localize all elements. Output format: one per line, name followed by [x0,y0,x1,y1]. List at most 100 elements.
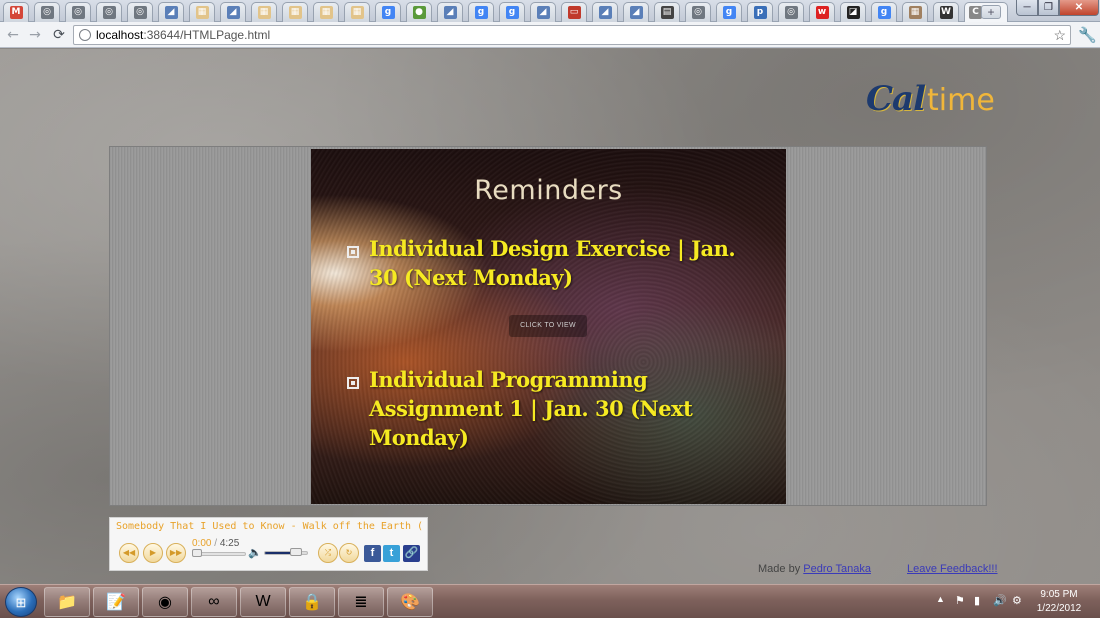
page-icon: w [815,6,829,19]
address-bar[interactable]: localhost:38644/HTMLPage.html ☆ [73,25,1071,45]
google-icon: g [505,6,519,19]
keepass-taskbar-button[interactable]: 🔒 [289,587,335,617]
browser-tab[interactable]: M [3,2,29,22]
browser-tab[interactable]: g [871,2,897,22]
globe-icon: ◎ [71,6,85,19]
explorer-taskbar-button[interactable]: 📁 [44,587,90,617]
browser-tab[interactable]: ◎ [127,2,153,22]
forward-button[interactable]: → [26,26,44,44]
volume-icon[interactable]: 🔈 [248,546,262,559]
page-icon: ◢ [536,6,550,19]
volume-handle[interactable] [289,548,302,556]
google-icon: g [381,6,395,19]
bullet-icon [347,246,359,258]
maximize-button[interactable]: ❐ [1038,0,1059,16]
music-player: Somebody That I Used to Know - Walk off … [109,517,428,571]
facebook-share-button[interactable]: f [364,545,381,562]
browser-tab[interactable]: ◢ [220,2,246,22]
browser-tab[interactable]: ▦ [282,2,308,22]
made-by-credit: Made by Pedro Tanaka [758,563,871,575]
browser-tab[interactable]: ◢ [158,2,184,22]
url-text[interactable]: localhost:38644/HTMLPage.html [96,28,270,42]
twitter-share-button[interactable]: t [383,545,400,562]
slide-title: Reminders [474,175,623,206]
browser-tab[interactable]: ◪ [840,2,866,22]
minimize-button[interactable]: ─ [1016,0,1038,16]
chrome-taskbar-button[interactable]: ◉ [142,587,188,617]
new-tab-button[interactable]: + [981,5,1001,19]
seek-bar[interactable] [192,549,246,557]
browser-tab[interactable]: ◎ [778,2,804,22]
browser-tab[interactable]: ▦ [189,2,215,22]
browser-tab[interactable]: ◢ [437,2,463,22]
close-window-button[interactable]: ✕ [1059,0,1099,16]
database-taskbar-button[interactable]: ≣ [338,587,384,617]
seek-handle[interactable] [192,549,202,557]
clock-time: 9:05 PM [1040,589,1078,600]
page-icon: ◢ [443,6,457,19]
page-icon: ◎ [784,6,798,19]
browser-tab[interactable]: ◢ [530,2,556,22]
tray-icon[interactable]: ▮ [974,594,980,607]
browser-tab[interactable]: ▦ [344,2,370,22]
browser-tab[interactable]: ▦ [902,2,928,22]
back-button[interactable]: ← [4,26,22,44]
browser-tab[interactable]: ▭ [561,2,587,22]
clock-date: 1/22/2012 [1036,603,1082,614]
browser-tab[interactable]: g [375,2,401,22]
play-button[interactable]: ▶ [143,543,163,563]
volume-slider[interactable] [264,548,308,556]
browser-tab[interactable]: ◎ [34,2,60,22]
browser-tab[interactable]: g [468,2,494,22]
gmail-icon: M [9,6,23,19]
visual-studio-taskbar-button[interactable]: ∞ [191,587,237,617]
rewind-button[interactable]: ◀◀ [119,543,139,563]
fast-forward-button[interactable]: ▶▶ [166,543,186,563]
browser-tab[interactable]: ● [406,2,432,22]
page-icon: ◪ [846,6,860,19]
browser-tab[interactable]: p [747,2,773,22]
system-clock[interactable]: 9:05 PM 1/22/2012 [1033,588,1085,616]
browser-tab[interactable]: ▦ [313,2,339,22]
reminders-slide[interactable]: Reminders Individual Design Exercise | J… [311,149,786,504]
paint-taskbar-button[interactable]: 🎨 [387,587,433,617]
bookmark-star-icon[interactable]: ☆ [1053,27,1066,44]
share-link-button[interactable]: 🔗 [403,545,420,562]
browser-tab[interactable]: ◎ [65,2,91,22]
word-taskbar-button[interactable]: W [240,587,286,617]
browser-tab[interactable]: w [809,2,835,22]
click-to-view-button[interactable]: CLICK TO VIEW [509,315,587,337]
notepad-taskbar-button[interactable]: 📝 [93,587,139,617]
page-icon: ▦ [257,6,271,19]
browser-tab[interactable]: ◢ [623,2,649,22]
leave-feedback-link[interactable]: Leave Feedback!!! [907,563,998,575]
page-icon: ◢ [629,6,643,19]
tray-overflow-icon[interactable]: ▲ [936,594,945,604]
browser-tab[interactable]: W [933,2,959,22]
start-button[interactable]: ⊞ [5,587,37,617]
tray-icon[interactable]: 🔊 [993,594,1007,607]
page-icon: ◢ [164,6,178,19]
browser-tab[interactable]: ◎ [685,2,711,22]
repeat-button[interactable]: ↻ [339,543,359,563]
browser-tab[interactable]: ◢ [592,2,618,22]
tray-icon[interactable]: ⚙ [1012,594,1022,607]
page-icon: p [753,6,767,19]
browser-tab[interactable]: g [716,2,742,22]
tray-icon[interactable]: ⚑ [955,594,965,607]
browser-tab[interactable]: ▦ [251,2,277,22]
globe-icon: ◎ [133,6,147,19]
browser-tab[interactable]: ▤ [654,2,680,22]
google-icon: g [474,6,488,19]
page-icon: ▦ [195,6,209,19]
wrench-icon[interactable]: 🔧 [1078,26,1097,44]
wikipedia-icon: W [939,6,953,19]
reload-button[interactable]: ⟳ [50,26,68,44]
taskbar: ⊞ 📁 📝 ◉ ∞ W 🔒 ≣ 🎨 [0,584,1100,618]
shuffle-button[interactable]: ⤮ [318,543,338,563]
browser-tab[interactable]: ◎ [96,2,122,22]
browser-tab[interactable]: g [499,2,525,22]
globe-icon: ◎ [40,6,54,19]
author-link[interactable]: Pedro Tanaka [803,563,871,575]
bullet-icon [347,377,359,389]
